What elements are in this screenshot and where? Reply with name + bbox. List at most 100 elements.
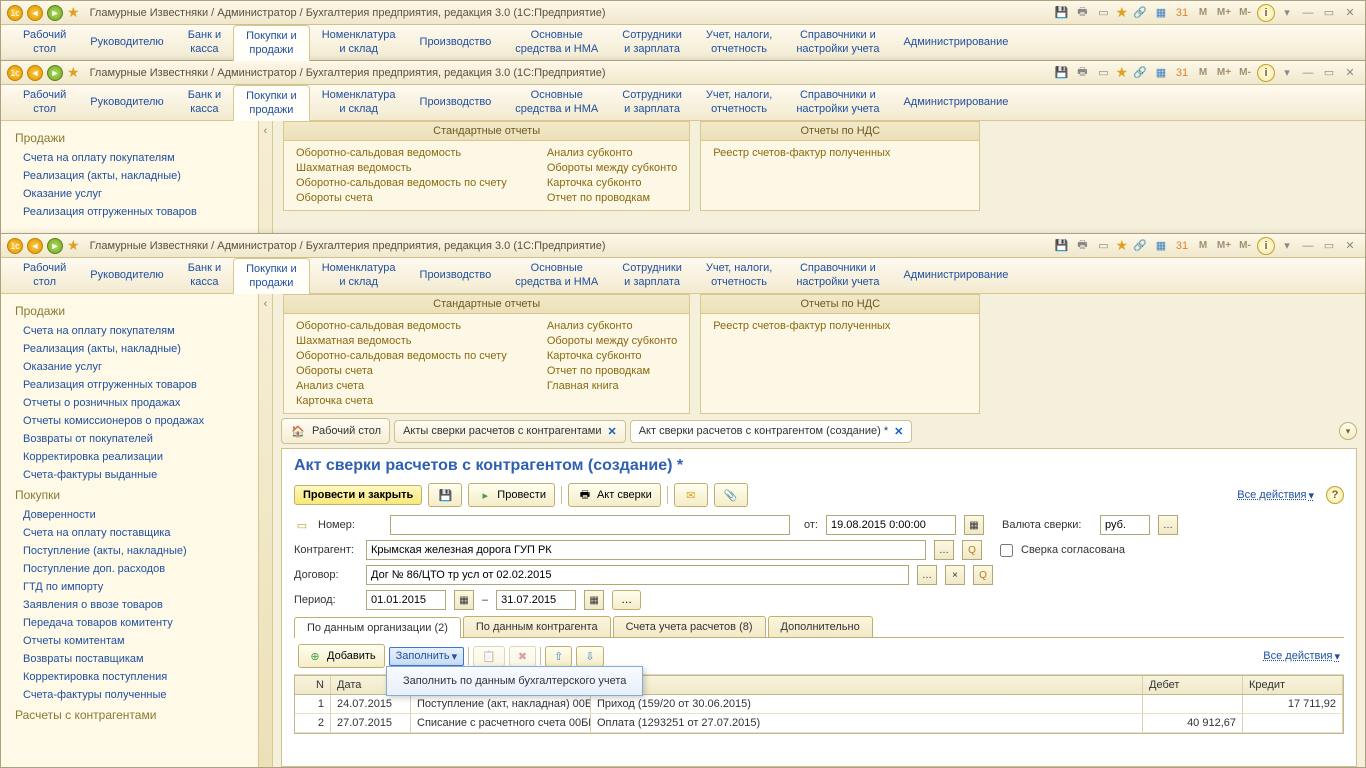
tool-star-icon[interactable]: ★ <box>1115 64 1128 81</box>
inner-tab[interactable]: Дополнительно <box>768 616 873 637</box>
move-down-button[interactable]: ⇩ <box>576 646 603 667</box>
mainmenu-item[interactable]: Производство <box>408 258 504 293</box>
sidebar-item[interactable]: Поступление (акты, накладные) <box>1 542 258 560</box>
sidebar-item[interactable]: Реализация отгруженных товаров <box>1 203 258 221</box>
mainmenu-item[interactable]: Основныесредства и НМА <box>503 85 610 120</box>
sidebar-item[interactable]: Счета-фактуры полученные <box>1 686 258 704</box>
report-link[interactable]: Отчет по проводкам <box>547 192 677 204</box>
tool-doc-icon[interactable]: ▭ <box>1094 238 1112 254</box>
mainmenu-item[interactable]: Рабочийстол <box>11 85 78 120</box>
dropdown-icon[interactable]: ▾ <box>1278 65 1296 81</box>
report-link[interactable]: Отчет по проводкам <box>547 365 677 377</box>
mem-m[interactable]: M <box>1194 5 1212 21</box>
report-link[interactable]: Карточка счета <box>296 395 507 407</box>
sidebar-item[interactable]: Счета на оплату покупателям <box>1 322 258 340</box>
mail-button[interactable]: ✉ <box>674 483 708 507</box>
sidebar-item[interactable]: Отчеты комитентам <box>1 632 258 650</box>
agreed-checkbox[interactable] <box>1000 544 1013 557</box>
info-icon[interactable]: i <box>1257 64 1275 82</box>
favorite-icon[interactable]: ★ <box>67 64 80 81</box>
mainmenu-item[interactable]: Администрирование <box>891 258 1020 293</box>
tool-calc-icon[interactable]: ▦ <box>1152 5 1170 21</box>
mainmenu-item[interactable]: Учет, налоги,отчетность <box>694 85 784 120</box>
sidebar-item[interactable]: Реализация (акты, накладные) <box>1 167 258 185</box>
report-link[interactable]: Обороты счета <box>296 192 507 204</box>
mainmenu-item[interactable]: Покупки ипродажи <box>233 258 310 294</box>
report-link[interactable]: Карточка субконто <box>547 177 677 189</box>
report-link[interactable]: Обороты счета <box>296 365 507 377</box>
fill-accounting-item[interactable]: Заполнить по данным бухгалтерского учета <box>387 671 642 691</box>
nav-fwd-icon[interactable]: ► <box>47 65 63 81</box>
tool-print-icon[interactable]: 🖶 <box>1073 238 1091 254</box>
fill-dropdown-button[interactable]: Заполнить ▾ <box>389 647 465 666</box>
sidebar-item[interactable]: Отчеты о розничных продажах <box>1 394 258 412</box>
mainmenu-item[interactable]: Банк икасса <box>176 25 233 60</box>
col-n[interactable]: N <box>295 676 331 694</box>
akt-sverki-button[interactable]: 🖶Акт сверки <box>568 483 661 507</box>
sidebar-collapse[interactable]: ‹ <box>259 294 273 767</box>
close-icon[interactable]: ✕ <box>1341 65 1359 81</box>
sidebar-item[interactable]: Счета на оплату поставщика <box>1 524 258 542</box>
tool-doc-icon[interactable]: ▭ <box>1094 5 1112 21</box>
sidebar-item[interactable]: Отчеты комиссионеров о продажах <box>1 412 258 430</box>
mainmenu-item[interactable]: Руководителю <box>78 25 175 60</box>
nav-back-icon[interactable]: ◄ <box>27 5 43 21</box>
nav-fwd-icon[interactable]: ► <box>47 5 63 21</box>
copy-button[interactable]: 📋 <box>473 646 505 667</box>
mainmenu-item[interactable]: Банк икасса <box>176 85 233 120</box>
contract-input[interactable] <box>366 565 909 585</box>
calendar-icon[interactable]: ▦ <box>584 590 604 610</box>
mem-m[interactable]: M <box>1194 238 1212 254</box>
inner-tab[interactable]: По данным организации (2) <box>294 617 461 638</box>
tabs-overflow-icon[interactable]: ▾ <box>1339 422 1357 440</box>
nav-back-icon[interactable]: ◄ <box>27 65 43 81</box>
select-icon[interactable]: … <box>917 565 937 585</box>
sidebar-item[interactable]: Реализация отгруженных товаров <box>1 376 258 394</box>
open-icon[interactable]: Q <box>973 565 993 585</box>
open-icon[interactable]: Q <box>962 540 982 560</box>
col-debit[interactable]: Дебет <box>1143 676 1243 694</box>
minimize-icon[interactable]: — <box>1299 65 1317 81</box>
mainmenu-item[interactable]: Учет, налоги,отчетность <box>694 258 784 293</box>
tool-link-icon[interactable]: 🔗 <box>1131 238 1149 254</box>
tool-calendar-icon[interactable]: 31 <box>1173 5 1191 21</box>
tool-link-icon[interactable]: 🔗 <box>1131 5 1149 21</box>
mainmenu-item[interactable]: Основныесредства и НМА <box>503 258 610 293</box>
tool-calendar-icon[interactable]: 31 <box>1173 65 1191 81</box>
report-link[interactable]: Карточка субконто <box>547 350 677 362</box>
mainmenu-item[interactable]: Руководителю <box>78 85 175 120</box>
mem-mminus[interactable]: M- <box>1236 238 1254 254</box>
document-tab[interactable]: 🏠Рабочий стол <box>281 418 390 444</box>
mainmenu-item[interactable]: Покупки ипродажи <box>233 25 310 61</box>
sidebar-item[interactable]: Оказание услуг <box>1 185 258 203</box>
sidebar-item[interactable]: Корректировка поступления <box>1 668 258 686</box>
all-actions-link[interactable]: Все действия ▾ <box>1237 489 1314 502</box>
mainmenu-item[interactable]: Руководителю <box>78 258 175 293</box>
sidebar-item[interactable]: ГТД по импорту <box>1 578 258 596</box>
calendar-icon[interactable]: ▦ <box>964 515 984 535</box>
mem-mplus[interactable]: M+ <box>1215 238 1233 254</box>
tool-save-icon[interactable]: 💾 <box>1052 238 1070 254</box>
table-row[interactable]: 124.07.2015Поступление (акт, накладная) … <box>295 695 1343 714</box>
mainmenu-item[interactable]: Номенклатураи склад <box>310 258 408 293</box>
help-icon[interactable]: ? <box>1326 486 1344 504</box>
delete-button[interactable]: ✖ <box>509 646 536 667</box>
close-icon[interactable]: ✕ <box>1341 238 1359 254</box>
mainmenu-item[interactable]: Справочники инастройки учета <box>784 85 891 120</box>
sidebar-item[interactable]: Корректировка реализации <box>1 448 258 466</box>
move-up-button[interactable]: ⇧ <box>545 646 572 667</box>
report-link[interactable]: Шахматная ведомость <box>296 335 507 347</box>
document-tab[interactable]: Акты сверки расчетов с контрагентами✕ <box>394 420 626 443</box>
report-link[interactable]: Анализ субконто <box>547 320 677 332</box>
maximize-icon[interactable]: ▭ <box>1320 65 1338 81</box>
add-row-button[interactable]: ⊕Добавить <box>298 644 385 668</box>
all-actions-grid-link[interactable]: Все действия ▾ <box>1263 650 1340 663</box>
report-link[interactable]: Обороты между субконто <box>547 162 677 174</box>
sidebar-item[interactable]: Заявления о ввозе товаров <box>1 596 258 614</box>
tool-save-icon[interactable]: 💾 <box>1052 65 1070 81</box>
mem-mminus[interactable]: M- <box>1236 5 1254 21</box>
favorite-icon[interactable]: ★ <box>67 4 80 21</box>
mainmenu-item[interactable]: Производство <box>408 85 504 120</box>
period-to-input[interactable] <box>496 590 576 610</box>
tool-link-icon[interactable]: 🔗 <box>1131 65 1149 81</box>
